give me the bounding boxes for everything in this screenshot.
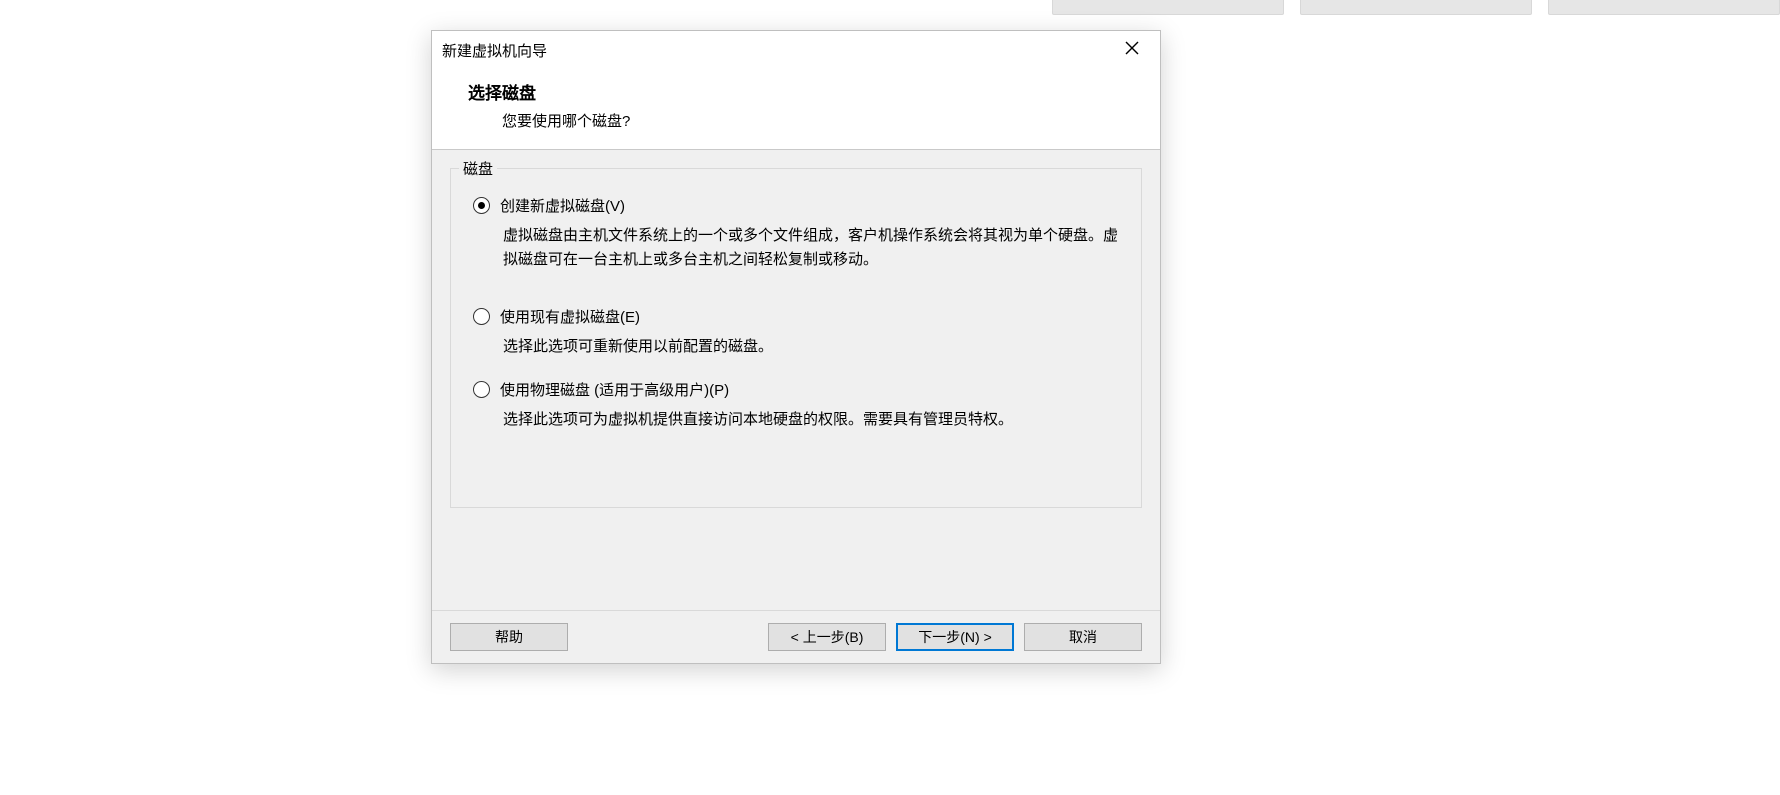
back-button[interactable]: < 上一步(B): [768, 623, 886, 651]
radio-row-use-existing[interactable]: 使用现有虚拟磁盘(E): [473, 306, 1119, 327]
option-description: 虚拟磁盘由主机文件系统上的一个或多个文件组成，客户机操作系统会将其视为单个硬盘。…: [503, 224, 1119, 272]
option-use-physical-disk: 使用物理磁盘 (适用于高级用户)(P) 选择此选项可为虚拟机提供直接访问本地硬盘…: [473, 379, 1119, 432]
dialog-titlebar: 新建虚拟机向导: [432, 31, 1160, 69]
background-toolbar: [0, 0, 1780, 20]
radio-use-existing-disk[interactable]: [473, 308, 490, 325]
bg-button-placeholder: [1300, 0, 1532, 15]
option-description: 选择此选项可为虚拟机提供直接访问本地硬盘的权限。需要具有管理员特权。: [503, 408, 1119, 432]
disk-groupbox: 磁盘 创建新虚拟磁盘(V) 虚拟磁盘由主机文件系统上的一个或多个文件组成，客户机…: [450, 168, 1142, 508]
dialog-content: 磁盘 创建新虚拟磁盘(V) 虚拟磁盘由主机文件系统上的一个或多个文件组成，客户机…: [432, 150, 1160, 610]
next-button[interactable]: 下一步(N) >: [896, 623, 1014, 651]
header-title: 选择磁盘: [468, 79, 1136, 104]
option-description: 选择此选项可重新使用以前配置的磁盘。: [503, 335, 1119, 359]
new-vm-wizard-dialog: 新建虚拟机向导 选择磁盘 您要使用哪个磁盘? 磁盘 创建新虚拟磁盘(V) 虚拟磁…: [431, 30, 1161, 664]
dialog-footer: 帮助 < 上一步(B) 下一步(N) > 取消: [432, 610, 1160, 663]
radio-use-physical-disk[interactable]: [473, 381, 490, 398]
bg-button-placeholder: [1052, 0, 1284, 15]
dialog-title: 新建虚拟机向导: [442, 40, 547, 61]
option-create-new-disk: 创建新虚拟磁盘(V) 虚拟磁盘由主机文件系统上的一个或多个文件组成，客户机操作系…: [473, 195, 1119, 272]
radio-row-use-physical[interactable]: 使用物理磁盘 (适用于高级用户)(P): [473, 379, 1119, 400]
close-icon: [1125, 41, 1139, 59]
cancel-button[interactable]: 取消: [1024, 623, 1142, 651]
radio-create-new-disk[interactable]: [473, 197, 490, 214]
header-subtitle: 您要使用哪个磁盘?: [502, 110, 1136, 131]
bg-button-placeholder: [1548, 0, 1780, 15]
option-label: 使用现有虚拟磁盘(E): [500, 306, 640, 327]
option-use-existing-disk: 使用现有虚拟磁盘(E) 选择此选项可重新使用以前配置的磁盘。: [473, 306, 1119, 359]
option-label: 创建新虚拟磁盘(V): [500, 195, 625, 216]
option-label: 使用物理磁盘 (适用于高级用户)(P): [500, 379, 729, 400]
dialog-header: 选择磁盘 您要使用哪个磁盘?: [432, 69, 1160, 149]
close-button[interactable]: [1112, 35, 1152, 65]
group-legend: 磁盘: [459, 158, 497, 179]
help-button[interactable]: 帮助: [450, 623, 568, 651]
radio-row-create-new[interactable]: 创建新虚拟磁盘(V): [473, 195, 1119, 216]
